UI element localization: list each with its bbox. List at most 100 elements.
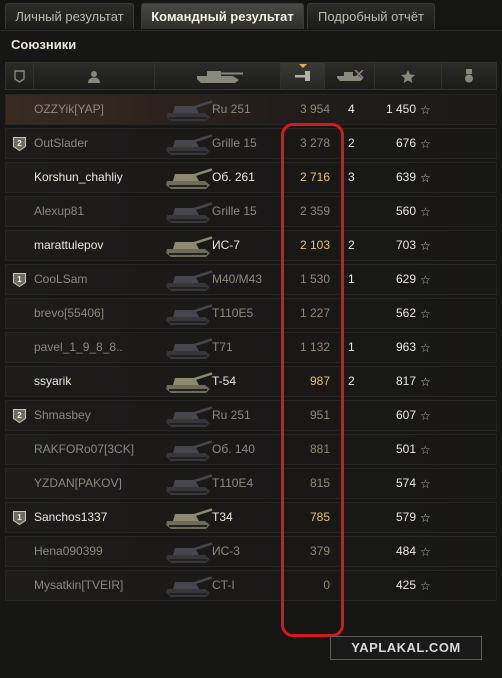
experience-value: 574 bbox=[395, 476, 416, 490]
tank-image bbox=[161, 131, 213, 157]
experience-value: 579 bbox=[395, 510, 416, 524]
tab-team-result[interactable]: Командный результат bbox=[141, 3, 304, 29]
experience-star-icon: ☆ bbox=[420, 205, 431, 219]
kills-value: 1 bbox=[348, 340, 355, 354]
player-row[interactable]: 2 OutSlader Grille 15 3 278 2 676 ☆ bbox=[5, 128, 497, 159]
platoon-number: 2 bbox=[17, 139, 22, 148]
tank-image bbox=[161, 301, 213, 327]
player-name: YZDAN[PAKOV] bbox=[34, 476, 122, 490]
player-row[interactable]: Hena090399 ИС-3 379 484 ☆ bbox=[5, 536, 497, 567]
table-header bbox=[5, 62, 497, 90]
tank-image bbox=[161, 165, 213, 191]
platoon-badge-icon: 1 bbox=[13, 273, 26, 288]
section-title: Союзники bbox=[11, 37, 77, 52]
column-experience[interactable] bbox=[375, 63, 442, 89]
tank-name: ИС-7 bbox=[212, 238, 240, 252]
player-name: pavel_1_9_8_8.. bbox=[34, 340, 123, 354]
tank-name: T34 bbox=[212, 510, 233, 524]
experience-star-icon: ☆ bbox=[420, 171, 431, 185]
player-row[interactable]: 2 Shmasbey Ru 251 951 607 ☆ bbox=[5, 400, 497, 431]
experience-star-icon: ☆ bbox=[420, 511, 431, 525]
column-player[interactable] bbox=[34, 63, 155, 89]
tank-name: T110E4 bbox=[212, 476, 254, 490]
team-result-panel: Союзники OZZYik[YAP] Ru 251 3 954 4 1 450 ☆ 2 O… bbox=[0, 31, 502, 678]
tab-detailed-report[interactable]: Подробный отчёт bbox=[307, 3, 435, 29]
medal-icon bbox=[465, 69, 473, 83]
tank-image bbox=[161, 403, 213, 429]
tank-image bbox=[161, 573, 213, 599]
tank-image bbox=[161, 437, 213, 463]
player-row[interactable]: OZZYik[YAP] Ru 251 3 954 4 1 450 ☆ bbox=[5, 94, 497, 125]
kills-value: 2 bbox=[348, 374, 355, 388]
player-row[interactable]: Alexup81 Grille 15 2 359 560 ☆ bbox=[5, 196, 497, 227]
experience-star-icon: ☆ bbox=[420, 307, 431, 321]
experience-value: 676 bbox=[395, 136, 416, 150]
player-name: CooLSam bbox=[34, 272, 88, 286]
experience-value: 963 bbox=[395, 340, 416, 354]
player-row[interactable]: Mysatkin[TVEIR] CT-I 0 425 ☆ bbox=[5, 570, 497, 601]
kills-icon bbox=[336, 70, 364, 81]
player-row[interactable]: Korshun_chahliy Об. 261 2 716 3 639 ☆ bbox=[5, 162, 497, 193]
platoon-number: 1 bbox=[17, 275, 22, 284]
tank-name: T-54 bbox=[212, 374, 237, 388]
tank-image bbox=[161, 505, 213, 531]
tank-image bbox=[161, 539, 213, 565]
platoon-badge-icon: 2 bbox=[13, 137, 26, 152]
tank-name: T110E5 bbox=[212, 306, 254, 320]
tank-name: Ru 251 bbox=[212, 102, 251, 116]
sort-arrow-icon bbox=[298, 64, 307, 68]
column-medals[interactable] bbox=[442, 63, 496, 89]
experience-star-icon: ☆ bbox=[420, 137, 431, 151]
platoon-badge-icon: 1 bbox=[13, 511, 26, 526]
star-icon bbox=[401, 69, 415, 83]
player-row[interactable]: ssyarik T-54 987 2 817 ☆ bbox=[5, 366, 497, 397]
kills-value: 2 bbox=[348, 136, 355, 150]
experience-value: 484 bbox=[395, 544, 416, 558]
experience-value: 703 bbox=[395, 238, 416, 252]
tank-image bbox=[161, 267, 213, 293]
player-row[interactable]: RAKFORo07[3CK] Об. 140 881 501 ☆ bbox=[5, 434, 497, 465]
kills-value: 3 bbox=[348, 170, 355, 184]
player-row[interactable]: YZDAN[PAKOV] T110E4 815 574 ☆ bbox=[5, 468, 497, 499]
tab-personal-result[interactable]: Личный результат bbox=[5, 3, 134, 29]
column-tank[interactable] bbox=[155, 63, 281, 89]
watermark-logo: YAPLAKAL.COM bbox=[330, 636, 482, 660]
tab-bar: Личный результат Командный результат Под… bbox=[0, 0, 502, 31]
experience-star-icon: ☆ bbox=[420, 409, 431, 423]
column-damage[interactable] bbox=[281, 63, 325, 89]
column-kills[interactable] bbox=[325, 63, 375, 89]
damage-icon bbox=[294, 71, 310, 81]
tank-name: Grille 15 bbox=[212, 204, 257, 218]
experience-star-icon: ☆ bbox=[420, 443, 431, 457]
player-row[interactable]: 1 CooLSam M40/M43 1 530 1 629 ☆ bbox=[5, 264, 497, 295]
player-row[interactable]: pavel_1_9_8_8.. T71 1 132 1 963 ☆ bbox=[5, 332, 497, 363]
platoon-badge-icon: 2 bbox=[13, 409, 26, 424]
kills-value: 4 bbox=[348, 102, 355, 116]
player-name: Alexup81 bbox=[34, 204, 85, 218]
player-name: Shmasbey bbox=[34, 408, 91, 422]
player-row[interactable]: 1 Sanchos1337 T34 785 579 ☆ bbox=[5, 502, 497, 533]
player-name: Sanchos1337 bbox=[34, 510, 108, 524]
player-name: ssyarik bbox=[34, 374, 72, 388]
experience-star-icon: ☆ bbox=[420, 239, 431, 253]
tank-image bbox=[161, 471, 213, 497]
damage-value: 3 954 bbox=[299, 102, 330, 116]
experience-star-icon: ☆ bbox=[420, 579, 431, 593]
tank-name: Grille 15 bbox=[212, 136, 257, 150]
platoon-icon bbox=[14, 69, 25, 83]
player-name: Korshun_chahliy bbox=[34, 170, 123, 184]
tank-image bbox=[161, 369, 213, 395]
experience-value: 1 450 bbox=[385, 102, 416, 116]
player-name: OZZYik[YAP] bbox=[34, 102, 105, 116]
column-platoon[interactable] bbox=[6, 63, 34, 89]
player-name: Mysatkin[TVEIR] bbox=[34, 578, 124, 592]
experience-star-icon: ☆ bbox=[420, 341, 431, 355]
experience-value: 562 bbox=[395, 306, 416, 320]
experience-star-icon: ☆ bbox=[420, 103, 431, 117]
experience-star-icon: ☆ bbox=[420, 545, 431, 559]
player-row[interactable]: marattulepov ИС-7 2 103 2 703 ☆ bbox=[5, 230, 497, 261]
player-row[interactable]: brevo[55406] T110E5 1 227 562 ☆ bbox=[5, 298, 497, 329]
kills-value: 2 bbox=[348, 238, 355, 252]
platoon-number: 1 bbox=[17, 513, 22, 522]
kills-value: 1 bbox=[348, 272, 355, 286]
